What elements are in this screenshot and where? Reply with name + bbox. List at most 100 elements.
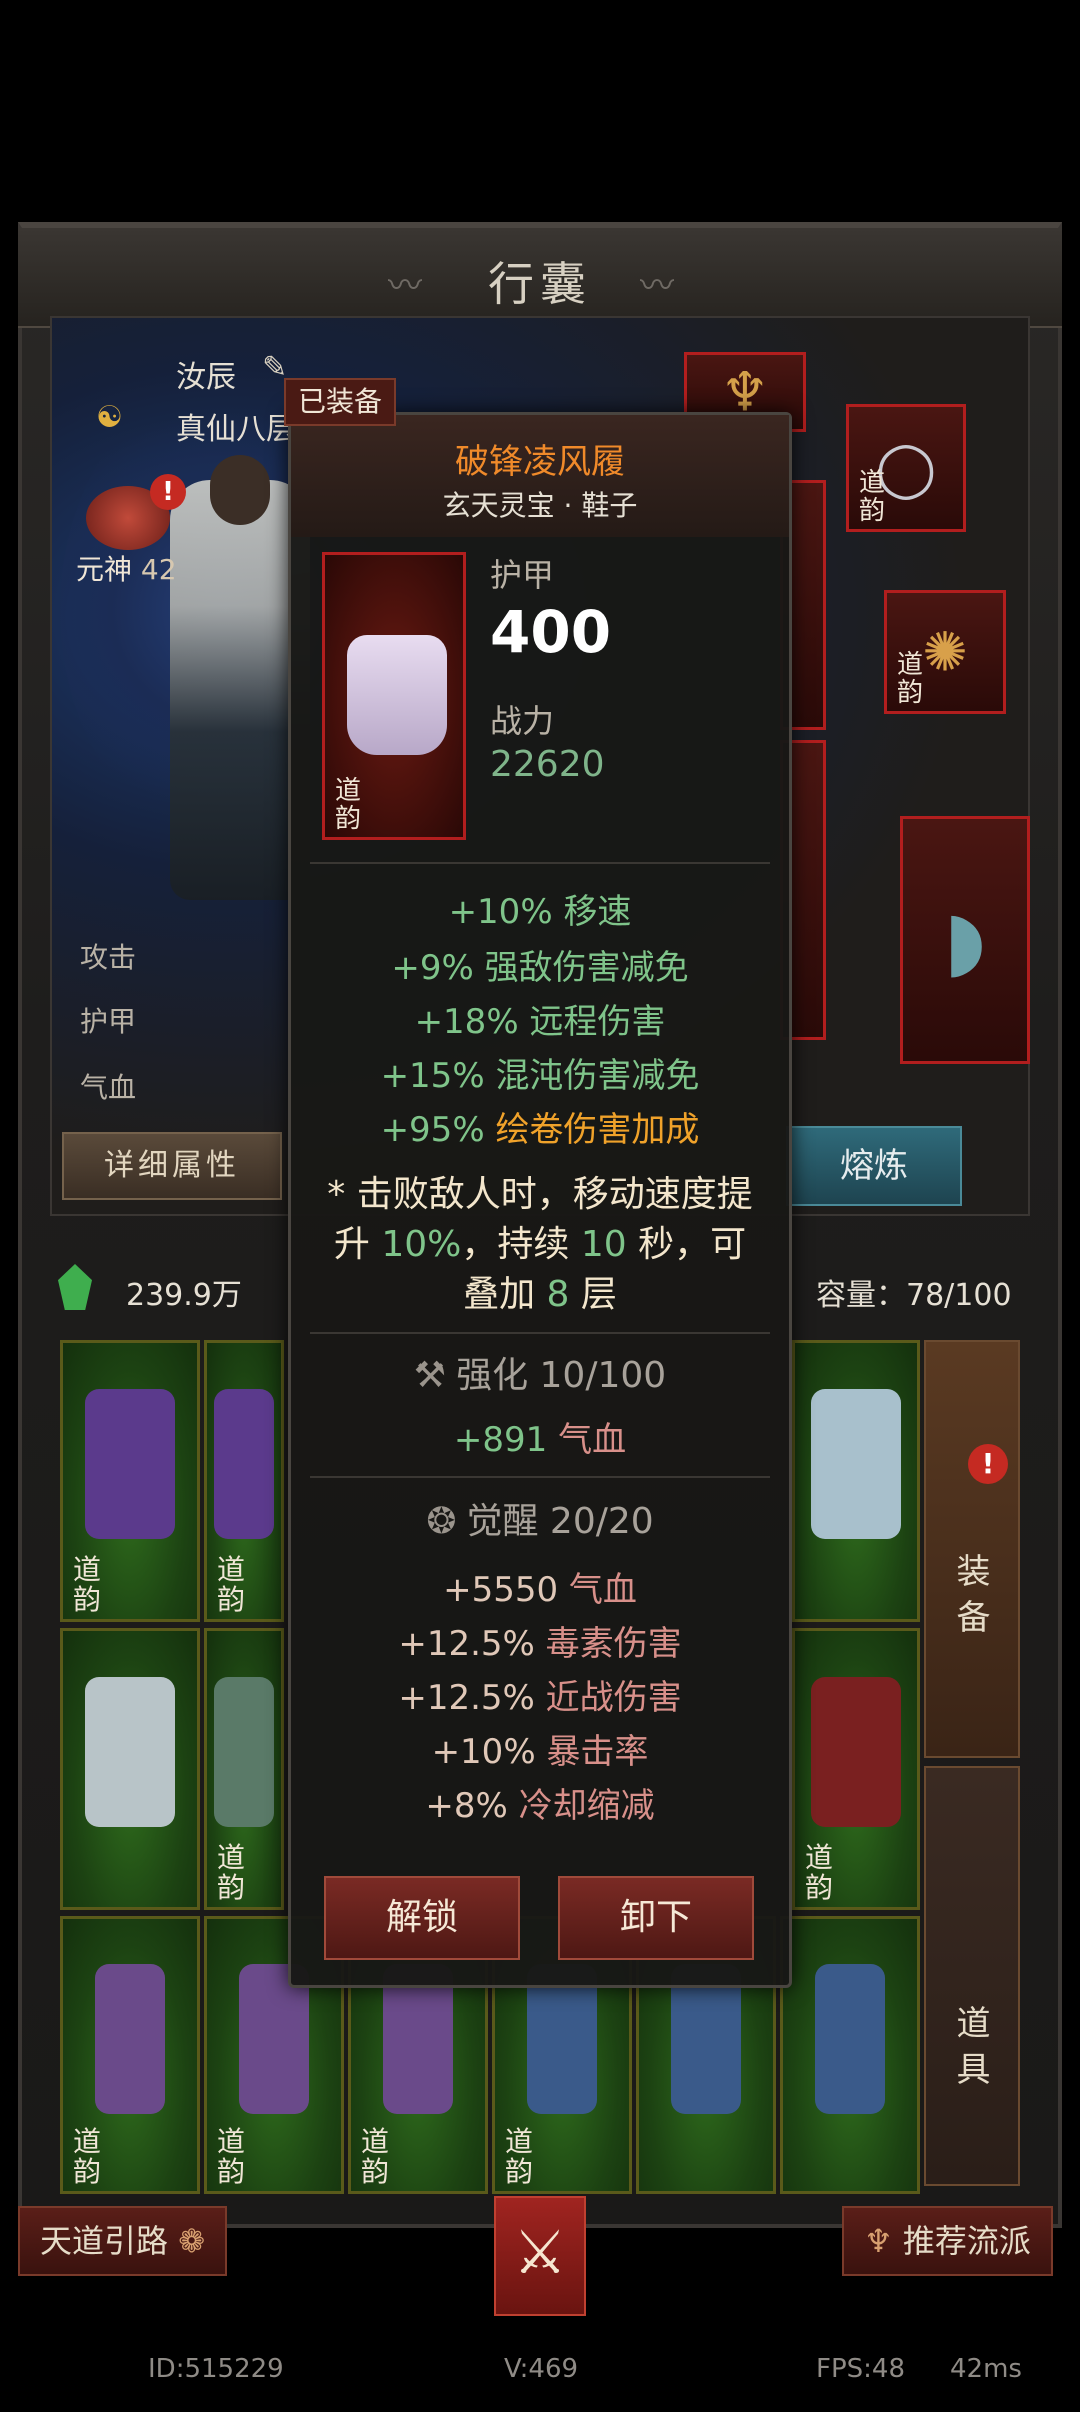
attr-name: 混沌伤害减免 (495, 1056, 700, 1096)
power-label: 战力 (490, 702, 555, 740)
special-text: ，持续 (461, 1224, 581, 1265)
robe-icon (214, 1677, 274, 1828)
slot-tag: 道韵 (897, 650, 924, 708)
special-effect-line: * 击败敌人时，移动速度提 (327, 1174, 753, 1215)
soul-label: 元神 (76, 553, 133, 586)
inventory-cell[interactable]: 道韵 (60, 1340, 200, 1622)
attr-value: +9% (391, 948, 474, 988)
special-value: 10% (381, 1224, 462, 1265)
awaken-level: 觉醒 20/20 (466, 1501, 654, 1542)
divider (310, 1332, 770, 1334)
inventory-cell[interactable]: 道韵 (204, 1628, 284, 1910)
item-subtitle: 玄天灵宝 · 鞋子 (442, 489, 638, 522)
cell-tag: 道韵 (73, 1553, 102, 1616)
special-value: 8 (546, 1274, 570, 1315)
attr-value: +10% (431, 1732, 536, 1772)
inventory-cell[interactable] (780, 1916, 920, 2194)
boots-icon (347, 635, 447, 755)
special-effect-line: 叠加 8 层 (300, 1270, 780, 1320)
attr-name: 绘卷伤害加成 (495, 1110, 700, 1150)
inventory-cell[interactable]: 道韵 (60, 1916, 200, 2194)
version: V:469 (504, 2354, 579, 2384)
robe-icon (811, 1677, 901, 1828)
window-title: 行囊 (488, 257, 592, 311)
lotus-icon: ❁ (178, 2222, 205, 2260)
attr-name: 近战伤害 (545, 1678, 682, 1718)
player-name: 汝辰 (176, 360, 236, 395)
smelt-button[interactable]: 熔炼 (786, 1126, 962, 1206)
crossed-swords-icon[interactable]: ⚔ (494, 2196, 586, 2316)
enhance-attr: +891 气血 (288, 1412, 792, 1461)
divider (310, 1476, 770, 1478)
attr-value: +10% (448, 892, 553, 932)
unlock-button[interactable]: 解锁 (324, 1876, 520, 1960)
realm-icon: ☯ (96, 400, 123, 435)
awaken-attr: +10% 暴击率 (288, 1724, 792, 1773)
attr-name: 毒素伤害 (545, 1624, 682, 1664)
attr-value: +12.5% (398, 1624, 535, 1664)
base-attr: +10% 移速 (288, 884, 792, 933)
inventory-cell[interactable] (792, 1340, 920, 1622)
attr-value: +15% (380, 1056, 485, 1096)
robe-icon (85, 1389, 175, 1540)
attr-name: 移速 (563, 892, 632, 932)
cell-tag: 道韵 (217, 1841, 246, 1904)
awaken-attr: +12.5% 近战伤害 (288, 1670, 792, 1719)
fan-icon: ◗ (943, 893, 987, 987)
boots-icon (95, 1963, 165, 2114)
inventory-cell[interactable]: 道韵 (204, 1340, 284, 1622)
item-icon-tag: 道韵 (335, 776, 362, 834)
awaken-attr: +12.5% 毒素伤害 (288, 1616, 792, 1665)
equipped-badge: 已装备 (284, 378, 396, 426)
tab-items[interactable]: 道具 (924, 1766, 1020, 2186)
ring-icon: ✺ (922, 620, 968, 684)
awaken-attr: +5550 气血 (288, 1562, 792, 1611)
inventory-cell[interactable] (60, 1628, 200, 1910)
currency-amount: 239.9万 (126, 1278, 242, 1313)
stat-hp-label: 气血 (80, 1071, 137, 1104)
base-attr: +15% 混沌伤害减免 (288, 1048, 792, 1097)
awaken-icon: ❂ (426, 1501, 457, 1542)
item-icon: 道韵 (322, 552, 466, 840)
cell-tag: 道韵 (361, 2125, 390, 2188)
tab-equipment[interactable]: 装备 (924, 1340, 1020, 1758)
base-attr: +18% 远程伤害 (288, 994, 792, 1043)
heavenly-guide-button[interactable]: 天道引路 ❁ (18, 2206, 227, 2276)
attr-name: 气血 (558, 1420, 627, 1460)
attr-name: 强敌伤害减免 (484, 948, 689, 988)
armor-label: 护甲 (490, 556, 555, 594)
equip-slot-ring[interactable]: ✺ 道韵 (884, 590, 1006, 714)
robe-icon (85, 1677, 175, 1828)
divider (310, 862, 770, 864)
power-value: 22620 (490, 744, 605, 785)
recommended-build-button[interactable]: ♆ 推荐流派 (842, 2206, 1053, 2276)
soul-level-value: 42 (140, 553, 177, 586)
awaken-attr: +8% 冷却缩减 (288, 1778, 792, 1827)
robe-icon (811, 1389, 901, 1540)
attr-name: 暴击率 (546, 1732, 649, 1772)
attr-value: +18% (414, 1002, 519, 1042)
soul-level: 元神 42 (76, 548, 177, 588)
fps: FPS:48 (816, 2354, 905, 2384)
cell-tag: 道韵 (805, 1841, 834, 1904)
stat-attack-label: 攻击 (80, 941, 137, 974)
attr-value: +95% (380, 1110, 485, 1150)
awaken-title: ❂ 觉醒 20/20 (288, 1492, 792, 1544)
attr-name: 冷却缩减 (518, 1786, 655, 1826)
player-id: ID:515229 (148, 2354, 284, 2384)
heavenly-guide-label: 天道引路 (40, 2222, 169, 2260)
inventory-cell[interactable]: 道韵 (792, 1628, 920, 1910)
attr-name: 远程伤害 (529, 1002, 666, 1042)
unequip-button[interactable]: 卸下 (558, 1876, 754, 1960)
attr-value: +8% (425, 1786, 508, 1826)
item-name: 破锋凌风履 (455, 442, 625, 482)
cell-tag: 道韵 (217, 1553, 246, 1616)
attr-name: 气血 (568, 1570, 637, 1610)
equip-slot-fan[interactable]: ◗ (900, 816, 1030, 1064)
inventory-capacity: 容量：78/100 (816, 1278, 1012, 1313)
special-text: 秒，可 (626, 1224, 747, 1265)
special-text: 叠加 (463, 1274, 547, 1315)
special-text: 层 (569, 1274, 617, 1315)
detail-attributes-button[interactable]: 详细属性 (62, 1132, 282, 1200)
alert-icon: ! (968, 1444, 1008, 1484)
